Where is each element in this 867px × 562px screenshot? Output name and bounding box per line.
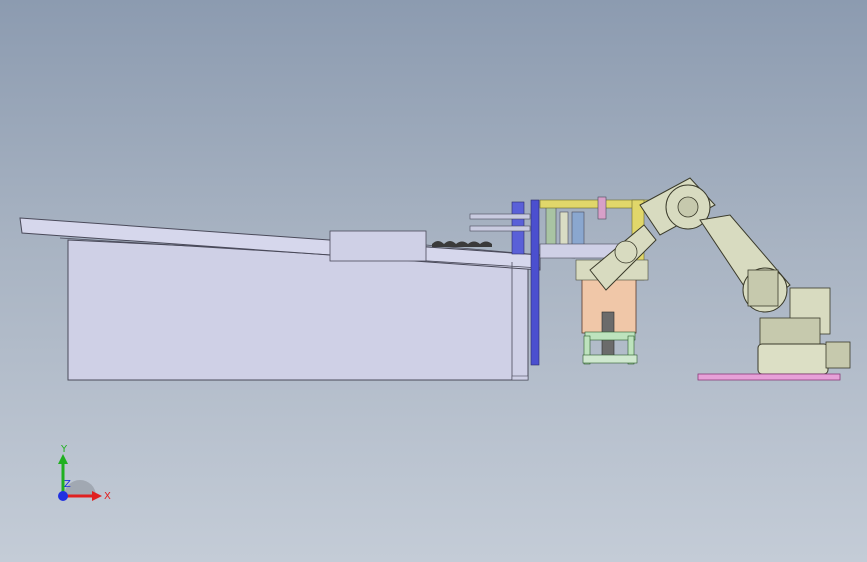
assembly-model[interactable] [0, 0, 867, 562]
z-axis-dot [58, 491, 68, 501]
x-axis-label: X [104, 491, 111, 502]
cad-viewport[interactable]: Y X Z [0, 0, 867, 562]
y-axis-label: Y [60, 444, 68, 455]
z-axis-label: Z [64, 479, 71, 490]
coordinate-triad: Y X Z [58, 444, 111, 502]
conveyor-table[interactable] [19, 217, 576, 381]
robot-base-plate[interactable] [697, 373, 841, 381]
